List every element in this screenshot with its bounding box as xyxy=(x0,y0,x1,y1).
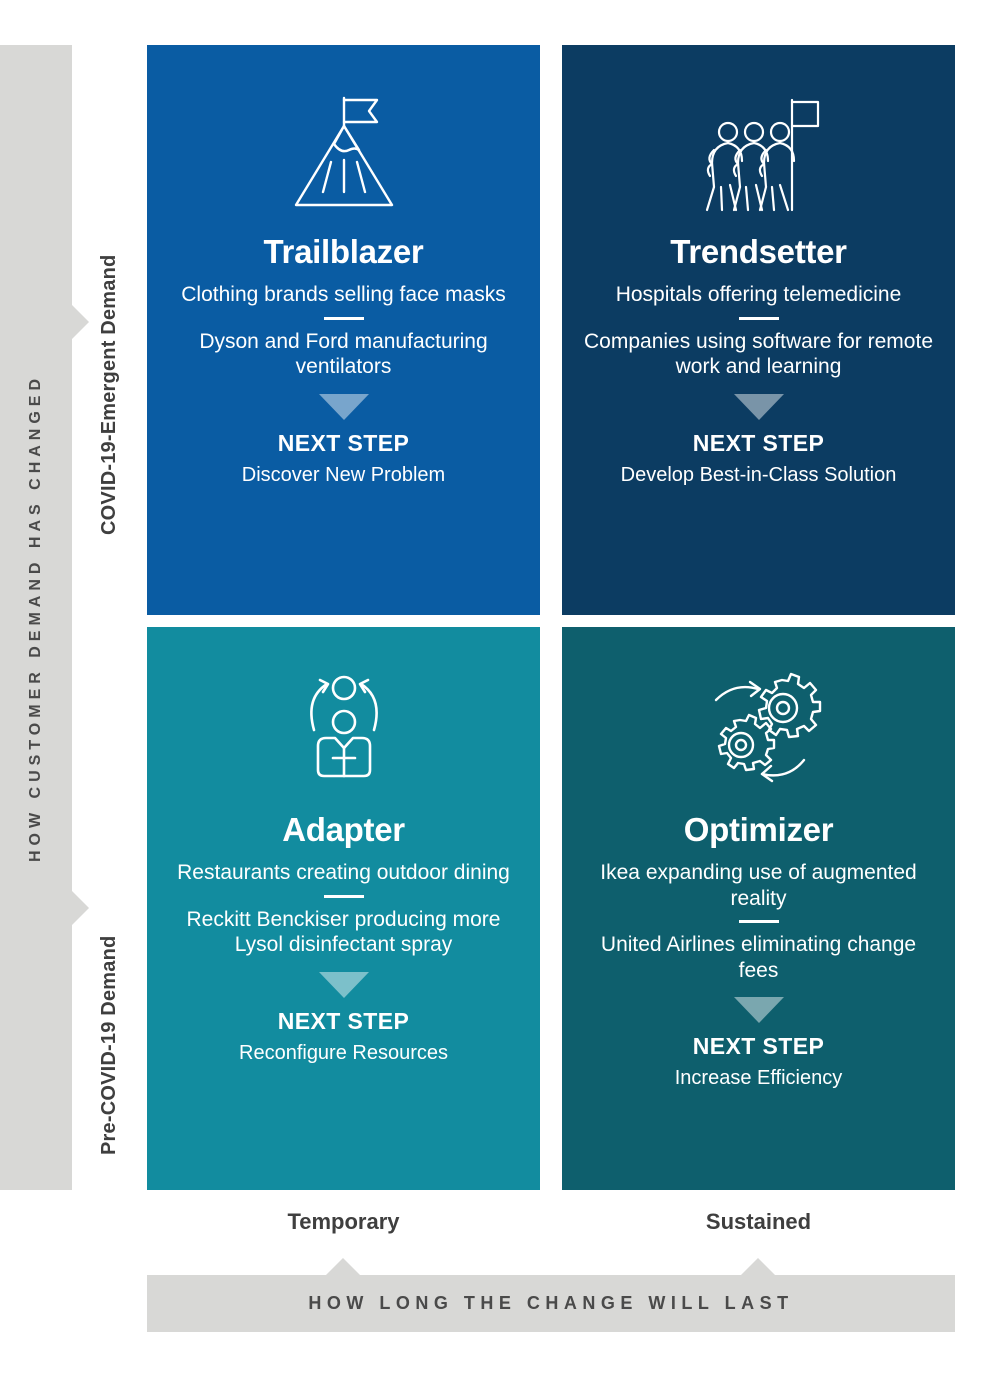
quadrant-trendsetter[interactable]: Trendsetter Hospitals offering telemedic… xyxy=(562,45,955,615)
next-step-heading: NEXT STEP xyxy=(692,429,825,456)
next-step-value: Develop Best-in-Class Solution xyxy=(620,463,897,486)
quadrant-title: Optimizer xyxy=(683,811,834,848)
y-axis-notch-top-icon xyxy=(72,305,89,339)
next-step-value: Increase Efficiency xyxy=(674,1067,843,1090)
quadrant-example-2: Reckitt Benckiser producing more Lysol d… xyxy=(186,907,501,957)
quadrant-example-2: United Airlines eliminating change fees xyxy=(600,933,917,982)
column-label-sustained: Sustained xyxy=(705,1209,812,1234)
divider xyxy=(738,920,779,924)
gears-cycle-icon xyxy=(692,665,826,805)
x-axis-notch-right-icon xyxy=(741,1258,775,1275)
quadrant-example-2: Companies using software for remote work… xyxy=(584,329,933,379)
quadrant-adapter[interactable]: Adapter Restaurants creating outdoor din… xyxy=(147,627,540,1190)
y-axis-label: HOW CUSTOMER DEMAND HAS CHANGED xyxy=(27,373,44,862)
next-step-heading: NEXT STEP xyxy=(277,429,410,456)
x-axis-label: HOW LONG THE CHANGE WILL LAST xyxy=(308,1293,794,1313)
quadrant-optimizer[interactable]: Optimizer Ikea expanding use of augmente… xyxy=(562,627,955,1190)
quadrant-example-1: Clothing brands selling face masks xyxy=(181,283,506,306)
quadrant-example-1: Ikea expanding use of augmented reality xyxy=(600,861,917,910)
y-axis-notch-bottom-icon xyxy=(72,891,89,925)
next-step-value: Reconfigure Resources xyxy=(239,1041,448,1064)
quadrant-example-1: Restaurants creating outdoor dining xyxy=(177,861,510,884)
quadrant-title: Trailblazer xyxy=(263,233,424,270)
next-step-heading: NEXT STEP xyxy=(277,1007,410,1034)
x-axis-notch-left-icon xyxy=(326,1258,360,1275)
divider xyxy=(738,316,779,320)
quadrant-title: Adapter xyxy=(282,811,405,848)
divider xyxy=(323,894,364,898)
down-arrow-icon xyxy=(318,971,369,998)
quadrant-example-2: Dyson and Ford manufacturing ventilators xyxy=(199,329,488,379)
row-label-pre-covid: Pre-COVID-19 Demand xyxy=(98,935,120,1155)
next-step-heading: NEXT STEP xyxy=(692,1033,825,1060)
quadrant-title: Trendsetter xyxy=(670,233,847,270)
marching-people-flag-icon xyxy=(694,87,824,227)
column-label-temporary: Temporary xyxy=(287,1209,400,1234)
down-arrow-icon xyxy=(733,393,784,420)
mountain-flag-icon xyxy=(279,87,409,227)
divider xyxy=(323,316,364,320)
row-label-covid-emergent: COVID-19-Emergent Demand xyxy=(98,254,120,535)
quadrant-example-1: Hospitals offering telemedicine xyxy=(615,283,902,306)
quadrant-trailblazer[interactable]: Trailblazer Clothing brands selling face… xyxy=(147,45,540,615)
matrix-diagram: HOW CUSTOMER DEMAND HAS CHANGED COVID-19… xyxy=(0,0,1000,1392)
person-rotating-arrows-icon xyxy=(279,665,409,805)
next-step-value: Discover New Problem xyxy=(241,463,446,486)
down-arrow-icon xyxy=(733,997,784,1024)
down-arrow-icon xyxy=(318,393,369,420)
